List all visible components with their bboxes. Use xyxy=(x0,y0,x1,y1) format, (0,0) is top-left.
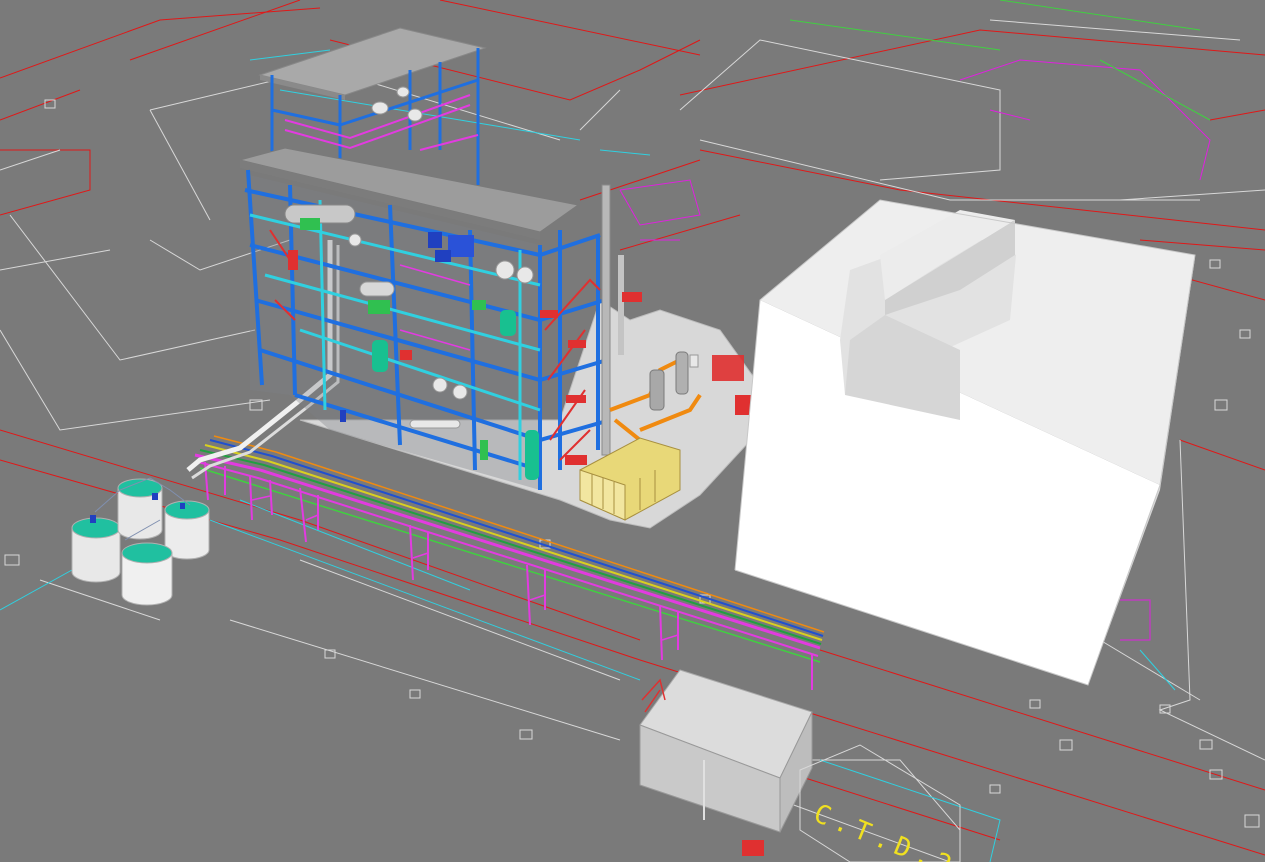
warehouse-building[interactable] xyxy=(734,199,1196,686)
ctd-label: C.T.D.2 xyxy=(809,799,961,862)
3d-model-viewport[interactable]: C.T.D.2 xyxy=(0,0,1265,862)
small-building[interactable] xyxy=(639,669,813,856)
storage-tanks[interactable] xyxy=(71,477,210,606)
plant-3d-scene[interactable]: C.T.D.2 xyxy=(0,0,1265,862)
